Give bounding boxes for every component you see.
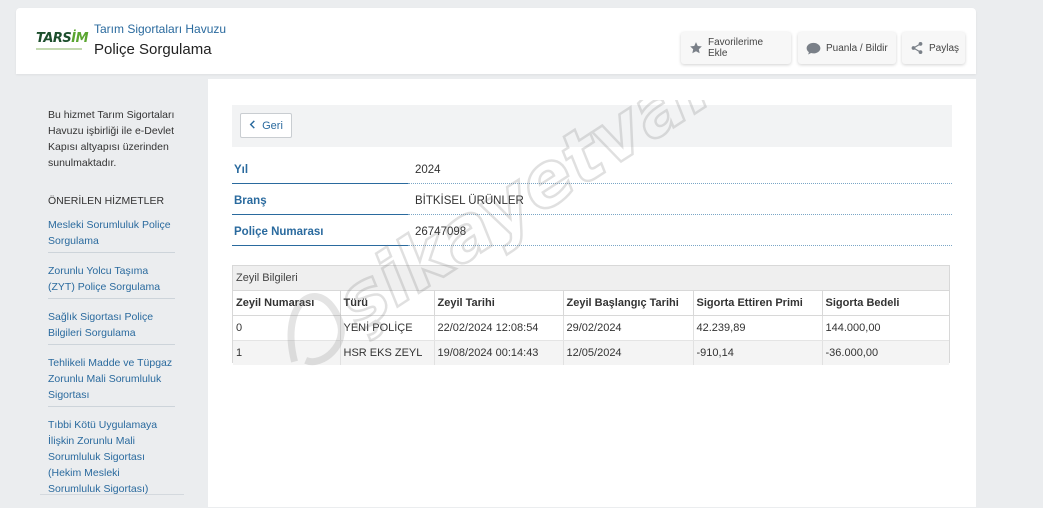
rate-report-button[interactable]: Puanla / Bildir [798,32,896,64]
recommended-services-list: Mesleki Sorumluluk Poliçe Sorgulama Zoru… [48,215,175,508]
field-divider [232,183,408,184]
table-cell: -36.000,00 [822,340,949,365]
field-divider-dotted [408,214,952,215]
table-cell: 42.239,89 [693,315,823,341]
field-divider-dotted [408,245,952,246]
share-label: Paylaş [929,42,960,54]
sidebar-item-zorunlu-yolcu[interactable]: Zorunlu Yolcu Taşıma (ZYT) Poliçe Sorgul… [48,261,175,299]
table-cell: 22/02/2024 12:08:54 [434,315,564,341]
sidebar: Bu hizmet Tarım Sigortaları Havuzu işbir… [16,79,206,507]
column-header[interactable]: Zeyil Numarası [233,291,341,316]
logo-tagline-bar [36,48,82,50]
table-cell: 1 [233,340,341,365]
logo-text: TARSİM [36,31,89,46]
page-header: TARSİM Tarım Sigortaları Havuzu Poliçe S… [16,8,976,74]
field-brans: Branş BİTKİSEL ÜRÜNLER [232,191,952,215]
column-header[interactable]: Zeyil Başlangıç Tarihi [563,291,694,316]
speech-bubble-icon [806,42,821,55]
institution-name[interactable]: Tarım Sigortaları Havuzu [94,22,226,36]
back-button[interactable]: Geri [240,113,292,138]
star-icon [689,41,703,55]
sidebar-item-tibbi-kotu-uygulama[interactable]: Tıbbi Kötü Uygulamaya İlişkin Zorunlu Ma… [48,415,175,500]
table-cell: YENİ POLİÇE [340,315,435,341]
service-info-text: Bu hizmet Tarım Sigortaları Havuzu işbir… [48,109,175,169]
table-cell: 144.000,00 [822,315,949,341]
sidebar-divider [40,494,184,495]
field-divider [232,245,408,246]
action-bar: Geri [232,105,952,147]
table-cell: 19/08/2024 00:14:43 [434,340,564,365]
field-police-numarasi: Poliçe Numarası 26747098 [232,222,952,246]
main-content: Geri Yıl 2024 Branş BİTKİSEL ÜRÜNLER Pol… [208,79,976,507]
share-icon [910,41,924,55]
column-header[interactable]: Türü [340,291,435,316]
field-label: Yıl [234,164,249,176]
sidebar-item-tehlikeli-madde[interactable]: Tehlikeli Madde ve Tüpgaz Zorunlu Mali S… [48,353,175,407]
rate-report-label: Puanla / Bildir [826,42,888,54]
back-label: Geri [262,119,283,132]
column-header[interactable]: Sigorta Ettiren Primi [693,291,823,316]
chevron-left-icon [249,119,256,132]
sidebar-item-saglik-sigortasi[interactable]: Sağlık Sigortası Poliçe Bilgileri Sorgul… [48,307,175,345]
share-button[interactable]: Paylaş [902,32,965,64]
field-divider [232,214,408,215]
field-value: BİTKİSEL ÜRÜNLER [415,195,524,207]
endorsement-panel: Zeyil Bilgileri Zeyil Numarası Türü Zeyi… [232,265,950,365]
table-cell: 29/02/2024 [563,315,694,341]
panel-title: Zeyil Bilgileri [233,266,949,291]
recommended-services-heading: ÖNERİLEN HİZMETLER [48,195,165,207]
sidebar-item-mesleki-sorumluluk[interactable]: Mesleki Sorumluluk Poliçe Sorgulama [48,215,175,253]
column-header[interactable]: Sigorta Bedeli [822,291,949,316]
column-header[interactable]: Zeyil Tarihi [434,291,564,316]
table-cell: -910,14 [693,340,823,365]
field-value: 2024 [415,164,441,176]
page-title: Poliçe Sorgulama [94,41,212,58]
tarsim-logo[interactable]: TARSİM [36,31,89,54]
table-cell: 12/05/2024 [563,340,694,365]
table-cell: HSR EKS ZEYL [340,340,435,365]
field-yil: Yıl 2024 [232,160,952,184]
add-favorite-label: Favorilerime Ekle [708,37,764,59]
endorsement-table: Zeyil Numarası Türü Zeyil Tarihi Zeyil B… [233,291,949,365]
table-row: 0 YENİ POLİÇE 22/02/2024 12:08:54 29/02/… [233,315,949,341]
field-label: Poliçe Numarası [234,226,324,238]
table-cell: 0 [233,315,341,341]
table-row: 1 HSR EKS ZEYL 19/08/2024 00:14:43 12/05… [233,340,949,365]
field-divider-dotted [408,183,952,184]
add-favorite-button[interactable]: Favorilerime Ekle [681,32,791,64]
field-label: Branş [234,195,267,207]
field-value: 26747098 [415,226,467,238]
